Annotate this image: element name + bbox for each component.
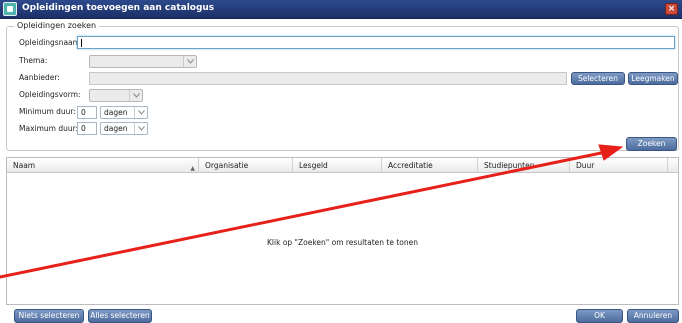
search-legend: Opleidingen zoeken xyxy=(14,21,100,30)
window-title: Opleidingen toevoegen aan catalogus xyxy=(22,3,215,13)
column-header-lesgeld[interactable]: Lesgeld xyxy=(293,158,382,173)
min-duur-value: 0 xyxy=(81,108,86,117)
thema-label: Thema: xyxy=(19,56,48,65)
column-label: Lesgeld xyxy=(299,161,328,170)
selecteren-button[interactable]: Selecteren xyxy=(571,72,625,85)
text-caret xyxy=(81,39,82,47)
min-duur-label: Minimum duur: xyxy=(19,107,76,116)
column-header-studiepunten[interactable]: Studiepunten xyxy=(478,158,570,173)
aanbieder-label: Aanbieder: xyxy=(19,73,60,82)
column-label: Studiepunten xyxy=(484,161,535,170)
max-duur-unit-select[interactable]: dagen xyxy=(100,122,148,135)
max-duur-input[interactable]: 0 xyxy=(77,122,97,135)
max-duur-value: 0 xyxy=(81,124,86,133)
chevron-down-icon[interactable] xyxy=(183,56,196,67)
niets-selecteren-button[interactable]: Niets selecteren xyxy=(14,309,84,323)
column-header-naam[interactable]: Naam ▲ xyxy=(7,158,199,173)
column-label: Accreditatie xyxy=(388,161,433,170)
column-label: Organisatie xyxy=(205,161,249,170)
max-duur-unit-value: dagen xyxy=(104,124,128,133)
alles-selecteren-button[interactable]: Alles selecteren xyxy=(88,309,152,323)
grid-empty-message: Klik op "Zoeken" om resultaten te tonen xyxy=(267,238,418,247)
column-label: Duur xyxy=(576,161,595,170)
zoeken-button[interactable]: Zoeken xyxy=(626,137,677,151)
column-header-accreditatie[interactable]: Accreditatie xyxy=(382,158,478,173)
ok-button[interactable]: OK xyxy=(576,309,623,323)
sort-ascending-icon: ▲ xyxy=(190,165,195,172)
opleidingsvorm-select[interactable] xyxy=(89,89,143,102)
leegmaken-button[interactable]: Leegmaken xyxy=(628,72,678,85)
min-duur-input[interactable]: 0 xyxy=(77,106,97,119)
column-header-duur[interactable]: Duur xyxy=(570,158,668,173)
title-bar: Opleidingen toevoegen aan catalogus × xyxy=(0,0,682,19)
thema-select[interactable] xyxy=(89,55,197,68)
opleidingsvorm-label: Opleidingsvorm: xyxy=(19,90,81,99)
column-label: Naam xyxy=(13,161,36,170)
grid-header: Naam ▲ Organisatie Lesgeld Accreditatie … xyxy=(7,158,678,173)
chevron-down-icon[interactable] xyxy=(134,107,147,118)
opleidingsnaam-label: Opleidingsnaam: xyxy=(19,38,83,47)
chevron-down-icon[interactable] xyxy=(134,123,147,134)
max-duur-label: Maximum duur: xyxy=(19,124,79,133)
annuleren-button[interactable]: Annuleren xyxy=(627,309,679,323)
min-duur-unit-select[interactable]: dagen xyxy=(100,106,148,119)
aanbieder-input xyxy=(89,72,567,85)
min-duur-unit-value: dagen xyxy=(104,108,128,117)
opleidingsnaam-input[interactable] xyxy=(77,36,675,49)
chevron-down-icon[interactable] xyxy=(129,90,142,101)
results-grid: Naam ▲ Organisatie Lesgeld Accreditatie … xyxy=(6,157,679,305)
app-icon xyxy=(3,2,17,16)
column-header-organisatie[interactable]: Organisatie xyxy=(199,158,293,173)
close-icon[interactable]: × xyxy=(665,3,678,15)
